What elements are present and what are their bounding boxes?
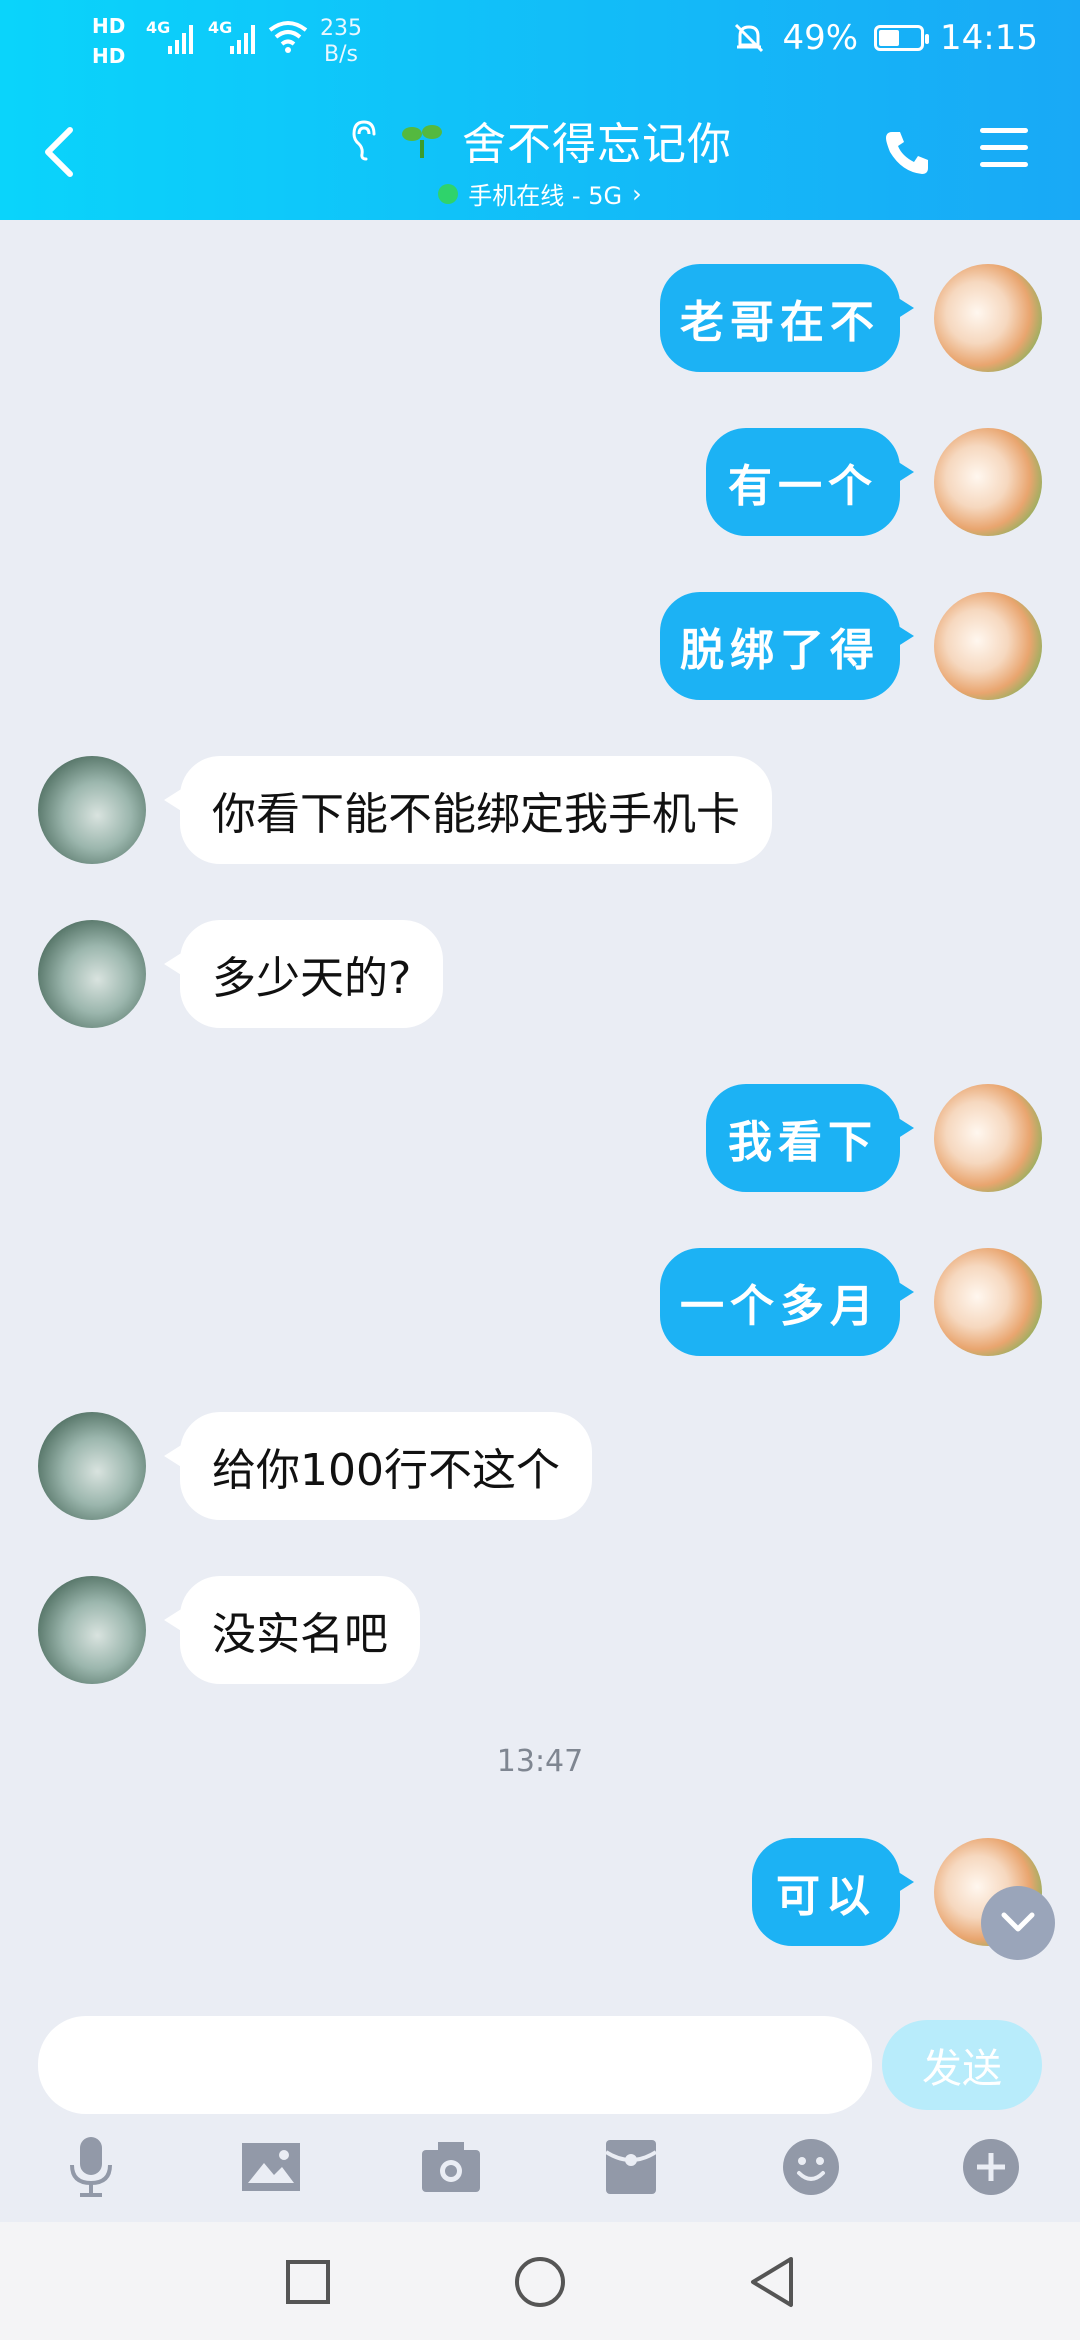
online-status[interactable]: 手机在线 - 5G › xyxy=(240,176,840,211)
message-text: 一个多月 xyxy=(680,1281,880,1332)
home-icon[interactable] xyxy=(510,2252,570,2312)
status-right: 49% 14:15 xyxy=(732,18,1038,58)
message-bubble-sent[interactable]: 有一个 xyxy=(706,428,914,536)
signal-icon-1 xyxy=(168,25,193,54)
back-arrow-icon[interactable] xyxy=(36,122,86,182)
online-status-text: 手机在线 - 5G xyxy=(468,182,623,210)
message-bubble-received[interactable]: 多少天的? xyxy=(163,920,444,1028)
mute-bell-icon xyxy=(735,23,764,53)
message-bubble-sent[interactable]: 老哥在不 xyxy=(660,264,914,372)
my-avatar[interactable] xyxy=(934,428,1042,536)
network-speed-value: 235 xyxy=(320,16,362,41)
back-icon[interactable] xyxy=(742,2252,802,2312)
message-text: 给你100行不这个 xyxy=(212,1445,560,1496)
plus-icon[interactable] xyxy=(956,2132,1026,2202)
send-button[interactable]: 发送 xyxy=(882,2020,1042,2110)
my-avatar[interactable] xyxy=(934,592,1042,700)
system-navigation-bar xyxy=(0,2222,1080,2340)
microphone-icon[interactable] xyxy=(56,2132,126,2202)
message-bubble-received[interactable]: 没实名吧 xyxy=(164,1576,420,1684)
time-divider: 13:47 xyxy=(496,1744,584,1779)
message-bubble-received[interactable]: 你看下能不能绑定我手机卡 xyxy=(164,756,772,864)
clock: 14:15 xyxy=(940,18,1038,58)
message-text: 多少天的? xyxy=(212,953,412,1004)
hd-badge-1: HD xyxy=(92,14,126,38)
scroll-to-bottom-button[interactable] xyxy=(981,1886,1055,1960)
message-bubble-sent[interactable]: 一个多月 xyxy=(660,1248,914,1356)
message-bubble-received[interactable]: 给你100行不这个 xyxy=(164,1412,592,1520)
message-text: 可以 xyxy=(776,1871,876,1922)
message-bubble-sent[interactable]: 可以 xyxy=(752,1838,914,1946)
contact-avatar[interactable] xyxy=(38,920,146,1028)
emoji-icon[interactable] xyxy=(776,2132,846,2202)
contact-avatar[interactable] xyxy=(38,756,146,864)
battery-icon xyxy=(874,25,930,51)
red-packet-icon[interactable] xyxy=(596,2132,666,2202)
contact-avatar[interactable] xyxy=(38,1412,146,1520)
message-text: 老哥在不 xyxy=(680,297,880,348)
message-bubble-sent[interactable]: 我看下 xyxy=(706,1084,914,1192)
message-text: 我看下 xyxy=(728,1117,878,1168)
message-bubble-sent[interactable]: 脱绑了得 xyxy=(660,592,914,700)
menu-icon[interactable] xyxy=(980,128,1028,172)
camera-icon[interactable] xyxy=(416,2132,486,2202)
phone-call-icon[interactable] xyxy=(882,126,934,178)
online-dot-icon xyxy=(438,183,459,204)
hd-badge-2: HD xyxy=(92,44,126,68)
image-icon[interactable] xyxy=(236,2132,306,2202)
sprout-icon xyxy=(402,125,442,158)
recent-apps-icon[interactable] xyxy=(278,2252,338,2312)
my-avatar[interactable] xyxy=(934,264,1042,372)
chevron-down-icon xyxy=(1001,1912,1035,1932)
battery-percent: 49% xyxy=(782,18,859,58)
page-title: 舍不得忘记你 xyxy=(462,119,732,170)
chat-title-area[interactable]: 舍不得忘记你 手机在线 - 5G › xyxy=(240,108,840,211)
network-speed-unit: B/s xyxy=(324,42,358,67)
signal-icon-2 xyxy=(230,25,255,54)
network-type-1: 4G xyxy=(146,18,171,37)
message-text: 你看下能不能绑定我手机卡 xyxy=(212,789,740,840)
wifi-icon xyxy=(268,21,308,53)
status-bar: HD HD 4G 4G 235 B/s 49% 14:15 xyxy=(0,0,1080,90)
my-avatar[interactable] xyxy=(934,1248,1042,1356)
chevron-right-icon: › xyxy=(632,179,642,208)
message-text: 有一个 xyxy=(728,461,878,512)
message-input[interactable] xyxy=(38,2016,872,2114)
input-toolbar xyxy=(0,2130,1080,2230)
network-type-2: 4G xyxy=(208,18,233,37)
ear-icon xyxy=(352,120,376,161)
message-text: 脱绑了得 xyxy=(680,625,880,676)
network-speed: 235 B/s xyxy=(320,16,362,68)
my-avatar[interactable] xyxy=(934,1084,1042,1192)
message-text: 没实名吧 xyxy=(212,1609,388,1660)
chat-header: HD HD 4G 4G 235 B/s 49% 14:15 舍不得忘记你 手机在… xyxy=(0,0,1080,220)
contact-avatar[interactable] xyxy=(38,1576,146,1684)
